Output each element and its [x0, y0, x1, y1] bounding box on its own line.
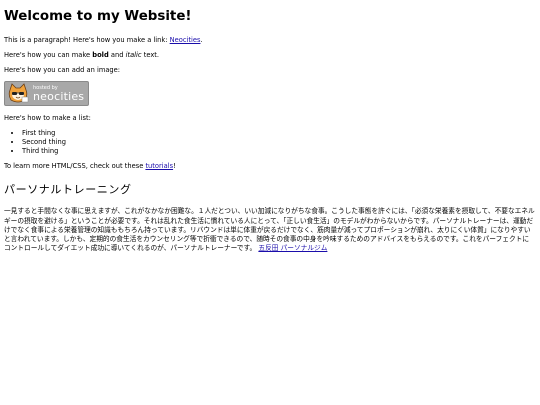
- item-list: First thing Second thing Third thing: [4, 129, 535, 155]
- paragraph-list: Here's how to make a list:: [4, 114, 91, 123]
- japanese-paragraph: 一見すると手間なくな事に思えますが、これがなかなか困難な。１人だとつい、いい加減…: [4, 207, 535, 253]
- italic-text: italic: [125, 51, 142, 60]
- paragraph-link: This is a paragraph! Here's how you make…: [4, 36, 535, 45]
- paragraph-tutorials: To learn more HTML/CSS, check out these …: [4, 162, 535, 171]
- paragraph-end: .: [200, 36, 203, 45]
- formatting-end: text.: [141, 51, 160, 60]
- tutorials-text: To learn more HTML/CSS, check out these: [4, 161, 146, 170]
- tutorials-link[interactable]: tutorials: [145, 162, 173, 170]
- page: Welcome to my Website! This is a paragra…: [0, 0, 540, 253]
- formatting-mid: and: [108, 51, 126, 60]
- tutorials-end: !: [173, 161, 176, 170]
- formatting-text: Here's how you can make: [4, 51, 93, 60]
- neocities-link[interactable]: Neocities: [170, 36, 201, 44]
- list-item: Second thing: [22, 138, 535, 147]
- neocities-cat-icon: [7, 83, 29, 104]
- section-title: パーソナルトレーニング: [4, 183, 132, 197]
- paragraph-text: This is a paragraph! Here's how you make…: [4, 36, 170, 45]
- badge-text: hosted by neocities: [33, 85, 85, 103]
- paragraph-formatting: Here's how you can make bold and italic …: [4, 51, 535, 60]
- gym-link[interactable]: 五反田 パーソナルジム: [258, 244, 327, 252]
- list-item: Third thing: [22, 147, 535, 156]
- bold-text: bold: [92, 51, 109, 60]
- neocities-badge-image: hosted by neocities: [4, 81, 89, 107]
- paragraph-image: Here's how you can add an image:: [4, 66, 121, 75]
- page-title: Welcome to my Website!: [4, 9, 192, 24]
- badge-big-text: neocities: [33, 89, 85, 103]
- list-item: First thing: [22, 129, 535, 138]
